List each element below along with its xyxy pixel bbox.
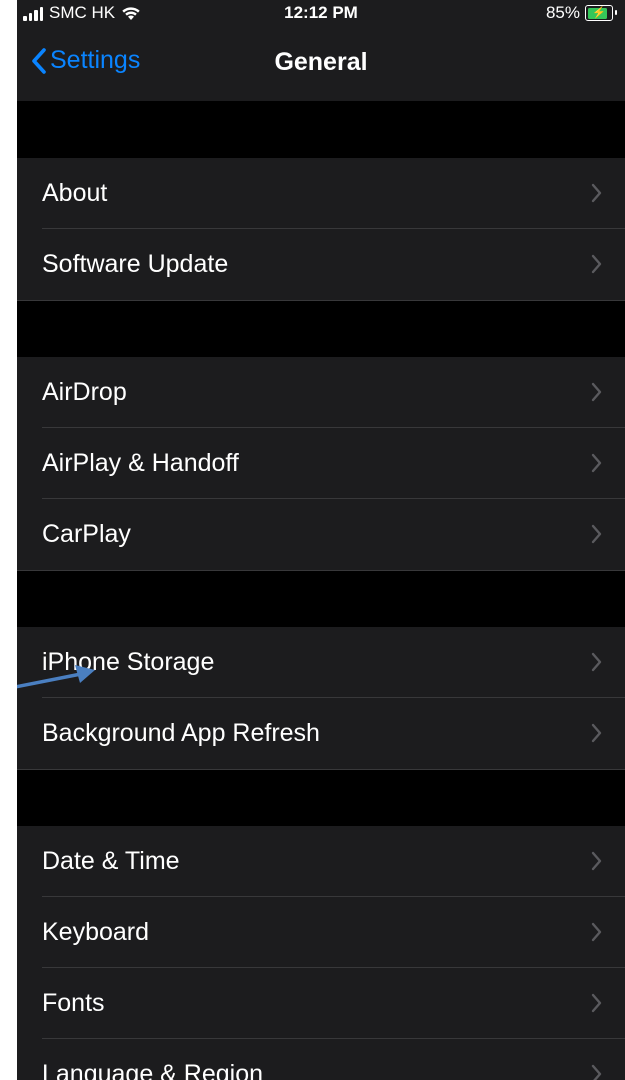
group-separator [17, 300, 625, 301]
settings-row-label: Keyboard [42, 918, 150, 946]
chevron-right-icon [591, 1064, 602, 1080]
settings-row-software-update[interactable]: Software Update [17, 229, 625, 300]
status-right: 85% ⚡ [545, 3, 617, 23]
settings-row-date-and-time[interactable]: Date & Time [17, 826, 625, 897]
settings-row-label: Language & Region [42, 1060, 264, 1080]
chevron-right-icon [591, 652, 602, 672]
chevron-right-icon [591, 993, 602, 1013]
settings-row-fonts[interactable]: Fonts [17, 968, 625, 1039]
chevron-right-icon [591, 922, 602, 942]
settings-row-background-app-refresh[interactable]: Background App Refresh [17, 698, 625, 769]
navigation-bar: Settings General [17, 30, 625, 101]
battery-percent: 85% [545, 3, 580, 22]
chevron-right-icon [591, 254, 602, 274]
settings-row-label: AirDrop [42, 378, 127, 406]
charging-bolt-icon: ⚡ [592, 6, 606, 19]
settings-row-keyboard[interactable]: Keyboard [17, 897, 625, 968]
chevron-right-icon [591, 183, 602, 203]
settings-row-label: Software Update [42, 250, 229, 278]
settings-row-language-and-region[interactable]: Language & Region [17, 1039, 625, 1080]
phone-screen: SMC HK 12:12 PM 85% ⚡ Settings General A… [17, 0, 625, 1080]
group-separator [17, 570, 625, 571]
settings-row-label: About [42, 179, 108, 207]
settings-row-iphone-storage[interactable]: iPhone Storage [17, 627, 625, 698]
settings-row-label: Date & Time [42, 847, 180, 875]
chevron-right-icon [591, 723, 602, 743]
settings-row-airplay-and-handoff[interactable]: AirPlay & Handoff [17, 428, 625, 499]
settings-row-carplay[interactable]: CarPlay [17, 499, 625, 570]
page-title: General [274, 48, 368, 76]
settings-row-airdrop[interactable]: AirDrop [17, 357, 625, 428]
status-bar: SMC HK 12:12 PM 85% ⚡ [17, 0, 625, 30]
settings-row-label: Fonts [42, 989, 105, 1017]
chevron-right-icon [591, 382, 602, 402]
chevron-right-icon [591, 524, 602, 544]
settings-row-label: iPhone Storage [42, 648, 215, 676]
settings-row-label: Background App Refresh [42, 719, 320, 747]
settings-row-about[interactable]: About [17, 158, 625, 229]
chevron-right-icon [591, 453, 602, 473]
status-time: 12:12 PM [284, 3, 358, 22]
group-separator [17, 769, 625, 770]
settings-row-label: CarPlay [42, 520, 131, 548]
settings-row-label: AirPlay & Handoff [42, 449, 239, 477]
battery-icon: ⚡ [585, 5, 617, 21]
chevron-right-icon [591, 851, 602, 871]
